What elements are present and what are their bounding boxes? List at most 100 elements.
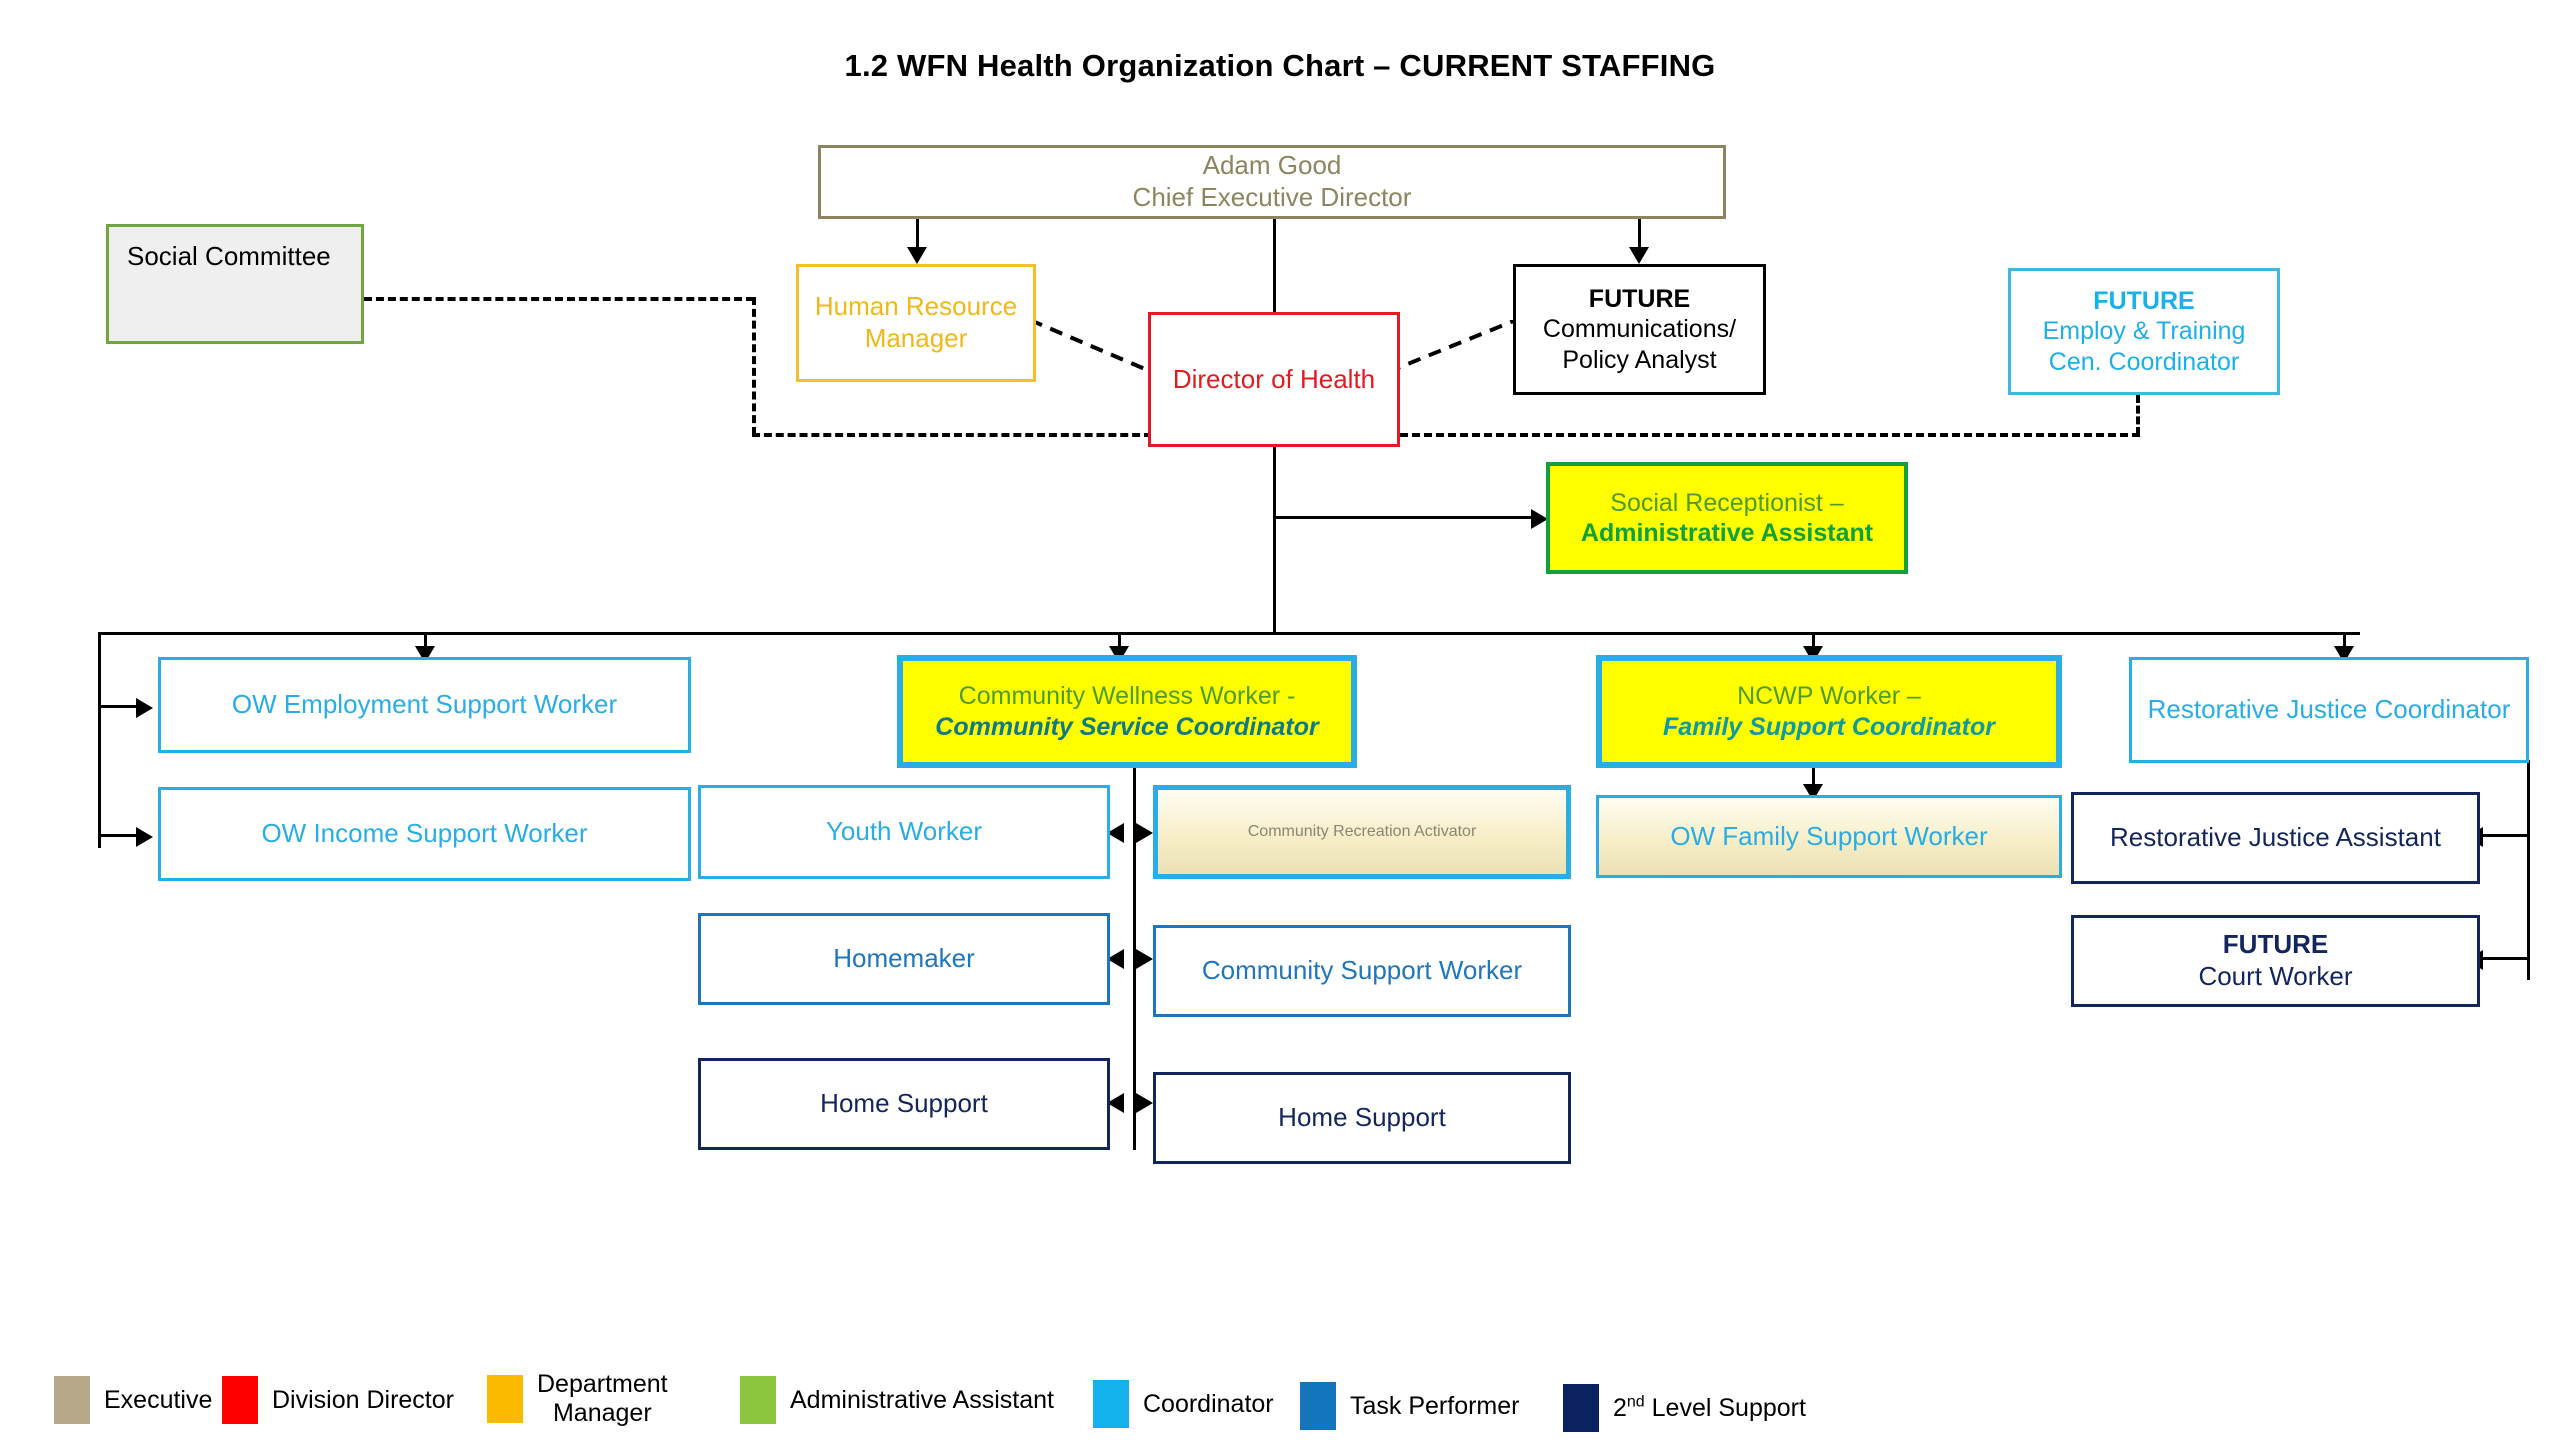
ow-family-label: OW Family Support Worker xyxy=(1670,820,1988,851)
node-home-support-left[interactable]: Home Support xyxy=(698,1058,1110,1150)
rj-assistant-label: Restorative Justice Assistant xyxy=(2110,822,2441,853)
node-home-support-right[interactable]: Home Support xyxy=(1153,1072,1571,1164)
connector-main-bus xyxy=(98,632,2360,635)
connector-ceo-to-director xyxy=(1273,219,1276,312)
social-committee-label: Social Committee xyxy=(127,241,331,271)
connector-rj-to-court xyxy=(2480,957,2530,960)
dashed-bus-right xyxy=(1400,433,2140,437)
ncwp-line1: NCWP Worker – xyxy=(1737,682,1921,710)
node-human-resource-manager[interactable]: Human Resource Manager xyxy=(796,264,1036,382)
legend-label-division-director: Division Director xyxy=(272,1385,454,1414)
future-employ-tag: FUTURE xyxy=(2093,286,2195,315)
legend-item-administrative-assistant: Administrative Assistant xyxy=(740,1376,1054,1424)
node-ow-employment-support-worker[interactable]: OW Employment Support Worker xyxy=(158,657,691,753)
node-community-support-worker[interactable]: Community Support Worker xyxy=(1153,925,1571,1017)
homemaker-label: Homemaker xyxy=(833,943,975,974)
future-comm-line3: Policy Analyst xyxy=(1562,345,1717,374)
node-future-employ-training-coordinator[interactable]: FUTURE Employ & Training Cen. Coordinato… xyxy=(2008,268,2280,395)
crec-label: Community Recreation Activator xyxy=(1247,823,1477,841)
legend-item-division-director: Division Director xyxy=(222,1376,454,1424)
legend-swatch-coordinator xyxy=(1093,1380,1129,1428)
csw-label: Community Support Worker xyxy=(1201,955,1523,986)
legend: Executive Division Director Department M… xyxy=(0,1360,2560,1440)
legend-label-second-level-support-text: 2nd Level Support xyxy=(1613,1393,1806,1422)
node-restorative-justice-assistant[interactable]: Restorative Justice Assistant xyxy=(2071,792,2480,884)
node-youth-worker[interactable]: Youth Worker xyxy=(698,785,1110,879)
ncwp-line2: Family Support Coordinator xyxy=(1663,712,1995,741)
legend-swatch-administrative-assistant xyxy=(740,1376,776,1424)
dashed-social-committee-out xyxy=(364,297,754,301)
legend-label-executive: Executive xyxy=(104,1385,213,1414)
node-homemaker[interactable]: Homemaker xyxy=(698,913,1110,1005)
ceo-role: Chief Executive Director xyxy=(1132,182,1412,212)
node-future-communications-policy-analyst[interactable]: FUTURE Communications/ Policy Analyst xyxy=(1513,264,1766,395)
future-comm-line2: Communications/ xyxy=(1542,315,1737,344)
home-support-right-label: Home Support xyxy=(1278,1102,1446,1133)
node-future-court-worker[interactable]: FUTURE Court Worker xyxy=(2071,915,2480,1007)
node-community-recreation-activator[interactable]: Community Recreation Activator xyxy=(1153,785,1571,879)
connector-director-trunk xyxy=(1273,447,1276,635)
node-ncwp-worker-family-support-coordinator[interactable]: NCWP Worker – Family Support Coordinator xyxy=(1596,655,2062,768)
legend-label-department-manager: Department Manager xyxy=(537,1370,668,1428)
legend-label-task-performer: Task Performer xyxy=(1350,1391,1520,1420)
director-label: Director of Health xyxy=(1172,363,1376,394)
legend-item-executive: Executive xyxy=(54,1376,212,1424)
arrowhead-pair1-right xyxy=(1136,823,1153,843)
legend-swatch-second-level-support xyxy=(1563,1384,1599,1432)
node-chief-executive-director[interactable]: Adam Good Chief Executive Director xyxy=(818,145,1726,219)
node-community-wellness-worker-service-coordinator[interactable]: Community Wellness Worker - Community Se… xyxy=(897,655,1357,768)
legend-label-department-manager-line2: Manager xyxy=(552,1398,652,1427)
node-restorative-justice-coordinator[interactable]: Restorative Justice Coordinator xyxy=(2129,657,2529,763)
dashed-social-committee-drop xyxy=(752,297,756,435)
future-comm-tag: FUTURE xyxy=(1588,284,1691,313)
future-employ-line2: Employ & Training xyxy=(2042,317,2246,346)
node-social-receptionist-administrative-assistant[interactable]: Social Receptionist – Administrative Ass… xyxy=(1546,462,1908,574)
hr-label-1: Human Resource xyxy=(814,291,1018,322)
connector-rj-to-assistant xyxy=(2480,834,2530,837)
receptionist-line1: Social Receptionist – xyxy=(1610,488,1844,517)
legend-item-second-level-support: 2nd Level Support xyxy=(1563,1384,1806,1432)
dashed-bus-left xyxy=(752,433,1152,437)
future-employ-line3: Cen. Coordinator xyxy=(2048,347,2240,376)
node-director-of-health[interactable]: Director of Health xyxy=(1148,312,1400,447)
node-ow-family-support-worker[interactable]: OW Family Support Worker xyxy=(1596,795,2062,878)
arrowhead-future-comm xyxy=(1629,247,1649,264)
connector-left-rail xyxy=(98,632,101,848)
legend-item-coordinator: Coordinator xyxy=(1093,1380,1274,1428)
receptionist-line2: Administrative Assistant xyxy=(1580,519,1874,547)
arrowhead-pair2-right xyxy=(1136,949,1153,969)
dashed-director-future xyxy=(1388,320,1517,374)
home-support-left-label: Home Support xyxy=(820,1088,988,1119)
ow-income-label: OW Income Support Worker xyxy=(261,818,588,849)
arrowhead-rail-ow-income xyxy=(136,827,153,847)
arrowhead-hr xyxy=(907,247,927,264)
org-chart-canvas: 1.2 WFN Health Organization Chart – CURR… xyxy=(0,0,2560,1440)
legend-label-coordinator: Coordinator xyxy=(1143,1389,1274,1418)
page-title: 1.2 WFN Health Organization Chart – CURR… xyxy=(844,48,1716,83)
legend-label-department-manager-line1: Department xyxy=(537,1370,668,1398)
legend-item-department-manager: Department Manager xyxy=(487,1370,668,1428)
legend-swatch-department-manager xyxy=(487,1374,523,1423)
cww-line1: Community Wellness Worker - xyxy=(958,682,1296,710)
arrowhead-pair3-right xyxy=(1136,1093,1153,1113)
legend-item-task-performer: Task Performer xyxy=(1300,1382,1519,1430)
ow-employ-label: OW Employment Support Worker xyxy=(231,689,618,720)
rj-coordinator-label: Restorative Justice Coordinator xyxy=(2147,694,2511,725)
hr-label-2: Manager xyxy=(864,323,968,353)
ceo-name: Adam Good xyxy=(1202,150,1342,181)
legend-swatch-division-director xyxy=(222,1376,258,1424)
cww-line2: Community Service Coordinator xyxy=(935,712,1319,741)
dashed-to-future-employ xyxy=(2136,395,2140,435)
connector-rj-right-rail xyxy=(2527,760,2530,980)
legend-label-administrative-assistant: Administrative Assistant xyxy=(790,1385,1054,1414)
future-court-label: Court Worker xyxy=(2198,961,2353,991)
future-court-tag: FUTURE xyxy=(2222,929,2329,960)
dashed-hr-director xyxy=(1030,320,1153,374)
connector-director-to-receptionist xyxy=(1273,516,1540,519)
node-social-committee[interactable]: Social Committee xyxy=(106,224,364,344)
legend-label-second-level-support: 2nd Level Support xyxy=(1613,1393,1806,1422)
legend-swatch-task-performer xyxy=(1300,1382,1336,1430)
node-ow-income-support-worker[interactable]: OW Income Support Worker xyxy=(158,787,691,881)
arrowhead-rail-ow-employ xyxy=(136,698,153,718)
legend-swatch-executive xyxy=(54,1376,90,1424)
